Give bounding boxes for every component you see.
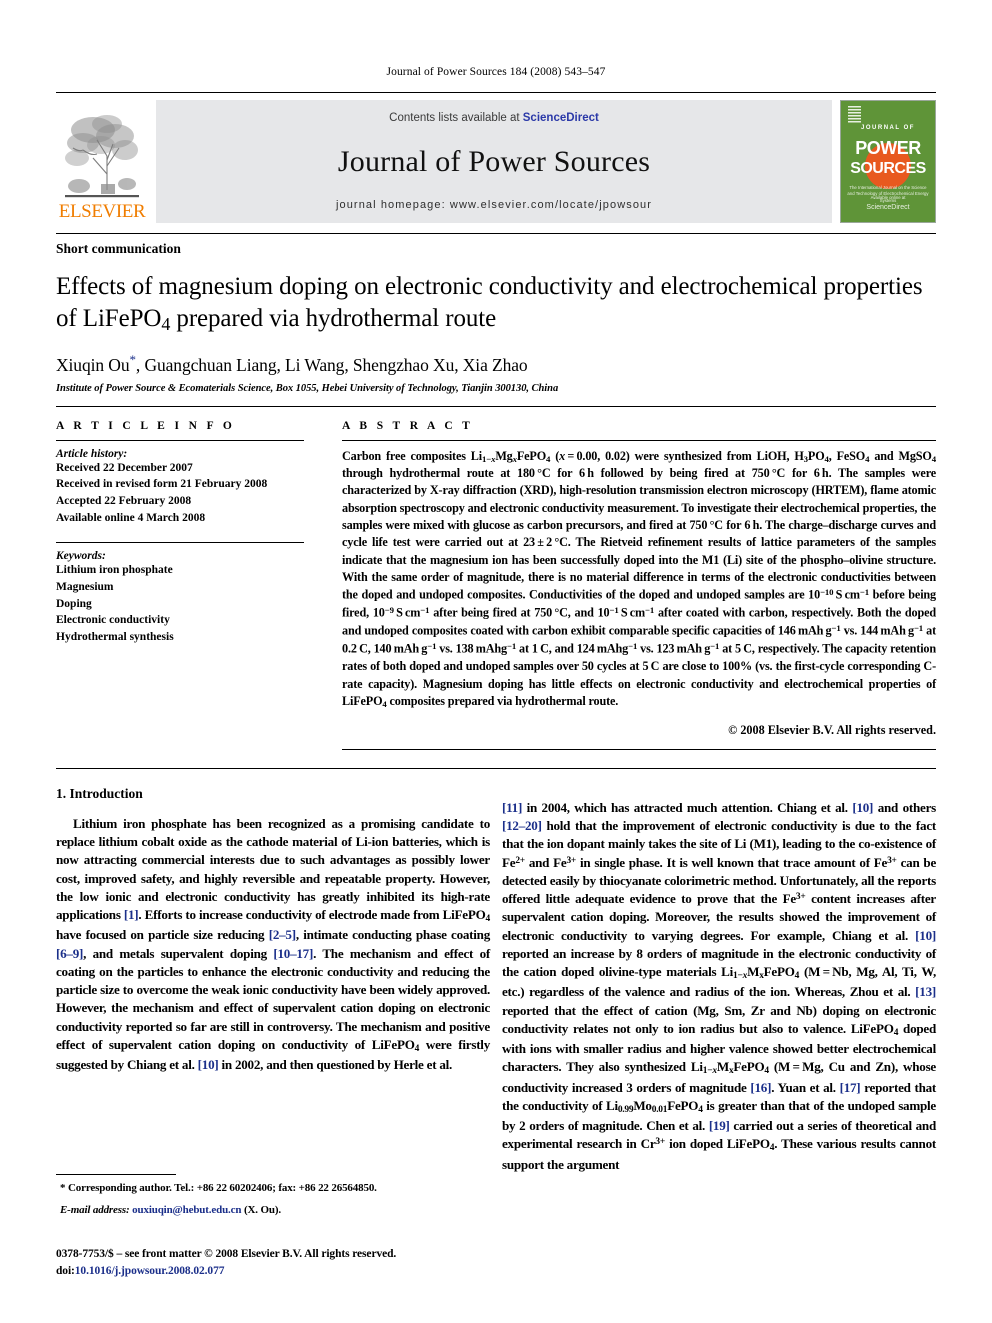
section-heading-introduction: 1. Introduction — [56, 785, 143, 801]
email-link[interactable]: ouxiuqin@hebut.edu.cn — [132, 1204, 241, 1216]
running-head: Journal of Power Sources 184 (2008) 543–… — [386, 66, 606, 78]
journal-homepage-link[interactable]: journal homepage: www.elsevier.com/locat… — [336, 199, 652, 211]
citation-link[interactable]: [12–20] — [502, 818, 542, 833]
abstract-bottom-rule — [342, 748, 936, 750]
issn-line: 0378-7753/$ – see front matter © 2008 El… — [56, 1248, 397, 1260]
authors-rest: , Guangchuan Liang, Li Wang, Shengzhao X… — [135, 354, 528, 375]
article-info-rule — [56, 439, 304, 441]
keyword-item: Doping — [56, 597, 92, 610]
cover-footer: Available online at ScienceDirect — [841, 195, 935, 213]
citation-link[interactable]: [10] — [198, 1057, 219, 1072]
journal-masthead: ELSEVIER Contents lists available at Sci… — [56, 100, 936, 223]
footnote-block: * Corresponding author. Tel.: +86 22 602… — [56, 1174, 490, 1218]
title-line-1: Effects of magnesium doping on electroni… — [56, 273, 818, 300]
abstract-copyright: © 2008 Elsevier B.V. All rights reserved… — [728, 722, 936, 737]
author-affiliation: Institute of Power Source & Ecomaterials… — [56, 382, 559, 394]
abstract-column: A B S T R A C T Carbon free composites L… — [342, 420, 936, 750]
citation-link[interactable]: [10–17] — [273, 946, 313, 961]
citation-link[interactable]: [2–5] — [269, 927, 296, 942]
corresponding-author-note: * Corresponding author. Tel.: +86 22 602… — [60, 1182, 377, 1194]
abstract-rule — [342, 439, 936, 441]
article-page: Journal of Power Sources 184 (2008) 543–… — [0, 0, 992, 1323]
body-columns: 1. Introduction Lithium iron phosphate h… — [56, 786, 936, 1187]
contents-prefix: Contents lists available at — [389, 112, 523, 124]
email-suffix: (X. Ou). — [241, 1203, 281, 1216]
paragraph: Lithium iron phosphate has been recogniz… — [56, 815, 490, 1073]
article-type: Short communication — [56, 241, 181, 256]
article-info-column: A R T I C L E I N F O Article history: R… — [56, 420, 304, 750]
citation-link[interactable]: [10] — [852, 800, 873, 815]
keyword-item: Magnesium — [56, 581, 114, 594]
footnote-rule — [56, 1174, 176, 1175]
author-list: Xiuqin Ou*, Guangchuan Liang, Li Wang, S… — [56, 352, 936, 376]
article-info-heading: A R T I C L E I N F O — [56, 419, 236, 432]
keywords-label: Keywords: — [56, 550, 106, 563]
title-subscript: 4 — [161, 313, 171, 334]
cover-word-sources: SOURCES — [850, 160, 926, 177]
cover-word-power: POWER — [855, 138, 921, 158]
keyword-item: Lithium iron phosphate — [56, 564, 173, 577]
article-title: Effects of magnesium doping on electroni… — [56, 271, 936, 335]
history-item: Available online 4 March 2008 — [56, 511, 206, 524]
keyword-item: Electronic conductivity — [56, 614, 170, 627]
cover-top-label: JOURNAL OF — [861, 125, 915, 131]
history-item: Received 22 December 2007 — [56, 461, 193, 474]
cover-footer-small: Available online at — [870, 194, 906, 200]
abstract-text: Carbon free composites Li1−xMgxFePO4 (x … — [342, 448, 937, 710]
citation-link[interactable]: [6–9] — [56, 946, 83, 961]
author-first: Xiuqin Ou — [56, 354, 130, 375]
citation-link[interactable]: [17] — [840, 1080, 861, 1095]
keywords-rule — [56, 542, 304, 544]
keyword-item: Hydrothermal synthesis — [56, 631, 174, 644]
article-content: Short communication Effects of magnesium… — [56, 233, 936, 1187]
abstract-heading: A B S T R A C T — [342, 419, 474, 432]
cover-art: JOURNAL OF POWER SOURCES The Internation… — [841, 101, 935, 222]
email-note: E-mail address: ouxiuqin@hebut.edu.cn (X… — [56, 1203, 490, 1219]
body-column-right: [11] in 2004, which has attracted much a… — [502, 786, 936, 1187]
citation-link[interactable]: [10] — [915, 928, 936, 943]
history-item: Received in revised form 21 February 200… — [56, 478, 268, 491]
citation-link[interactable]: [11] — [502, 800, 522, 815]
email-label: E-mail address: — [60, 1203, 130, 1216]
cover-elsevier-icon — [848, 106, 861, 123]
elsevier-logo: ELSEVIER — [56, 100, 148, 223]
elsevier-wordmark: ELSEVIER — [58, 201, 146, 222]
journal-title: Journal of Power Sources — [337, 144, 651, 178]
info-abstract-block: A R T I C L E I N F O Article history: R… — [56, 407, 936, 750]
paragraph: [11] in 2004, which has attracted much a… — [502, 799, 937, 1172]
citation-link[interactable]: [1] — [124, 907, 139, 922]
sciencedirect-link[interactable]: ScienceDirect — [523, 112, 599, 124]
title-line-2-post: prepared via hydrothermal route — [170, 304, 497, 332]
citation-link[interactable]: [19] — [709, 1118, 730, 1133]
masthead-top-rule — [56, 92, 936, 93]
elsevier-tree-icon — [65, 115, 139, 198]
issn-block: 0378-7753/$ – see front matter © 2008 El… — [56, 1246, 536, 1279]
doi-label: doi: — [56, 1264, 75, 1277]
column-gap — [304, 420, 342, 750]
article-history-label: Article history: — [56, 447, 128, 460]
doi-line: doi:10.1016/j.jpowsour.2008.02.077 — [56, 1263, 536, 1280]
doi-link[interactable]: 10.1016/j.jpowsour.2008.02.077 — [75, 1265, 225, 1277]
journal-cover-thumbnail: JOURNAL OF POWER SOURCES The Internation… — [840, 100, 936, 223]
history-item: Accepted 22 February 2008 — [56, 495, 192, 508]
header-block-bottom-rule — [56, 767, 936, 769]
citation-link[interactable]: [16] — [750, 1080, 771, 1095]
body-column-left: 1. Introduction Lithium iron phosphate h… — [56, 786, 490, 1187]
citation-link[interactable]: [13] — [915, 984, 936, 999]
contents-available-line: Contents lists available at ScienceDirec… — [389, 112, 599, 124]
journal-band: Contents lists available at ScienceDirec… — [156, 100, 832, 223]
body-column-gap — [490, 786, 502, 1187]
cover-footer-sciencedirect: ScienceDirect — [866, 203, 910, 211]
